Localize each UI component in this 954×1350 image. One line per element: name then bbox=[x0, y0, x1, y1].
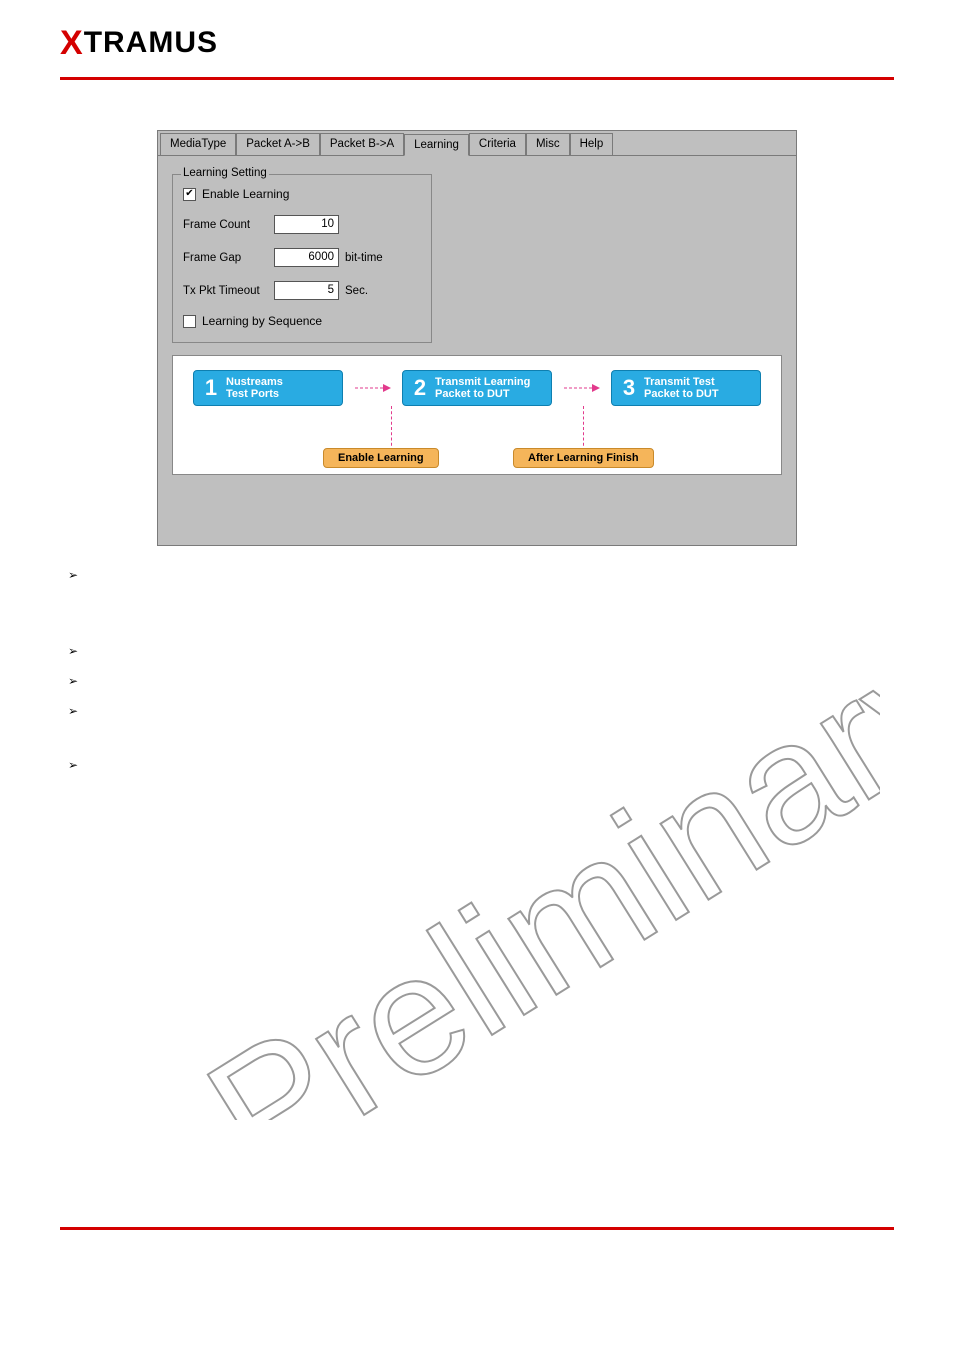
dialog-screenshot: MediaType Packet A->B Packet B->A Learni… bbox=[157, 130, 797, 546]
groupbox-title: Learning Setting bbox=[181, 167, 269, 179]
tx-pkt-timeout-input[interactable]: 5 bbox=[274, 281, 339, 300]
frame-count-label: Frame Count bbox=[183, 219, 268, 231]
flow-step-3: 3 Transmit TestPacket to DUT bbox=[611, 370, 761, 406]
bullet-item bbox=[60, 674, 894, 688]
connector-line bbox=[583, 406, 584, 451]
learning-by-sequence-checkbox[interactable] bbox=[183, 315, 196, 328]
bullet-item bbox=[60, 568, 894, 582]
tab-misc[interactable]: Misc bbox=[526, 133, 570, 155]
bullet-list bbox=[60, 568, 894, 772]
tab-learning[interactable]: Learning bbox=[404, 134, 469, 156]
logo-rest: TRAMUS bbox=[84, 26, 218, 59]
tab-bar: MediaType Packet A->B Packet B->A Learni… bbox=[158, 131, 796, 156]
tab-help[interactable]: Help bbox=[570, 133, 614, 155]
frame-gap-input[interactable]: 6000 bbox=[274, 248, 339, 267]
connector-line bbox=[391, 406, 392, 451]
logo: XTRAMUS bbox=[60, 26, 218, 59]
flow-step-1: 1 NustreamsTest Ports bbox=[193, 370, 343, 406]
flow-step-2-line2: Packet to DUT bbox=[435, 388, 510, 400]
tx-pkt-timeout-label: Tx Pkt Timeout bbox=[183, 285, 268, 297]
tx-pkt-timeout-unit: Sec. bbox=[345, 285, 368, 297]
logo-x: X bbox=[60, 24, 84, 62]
enable-learning-badge: Enable Learning bbox=[323, 448, 439, 468]
arrow-icon bbox=[562, 382, 602, 394]
bullet-item bbox=[60, 704, 894, 718]
frame-gap-unit: bit-time bbox=[345, 252, 383, 264]
learning-by-sequence-label: Learning by Sequence bbox=[202, 314, 322, 328]
flow-step-3-number: 3 bbox=[620, 375, 638, 401]
flow-step-2-line1: Transmit Learning bbox=[435, 376, 530, 388]
frame-count-input[interactable]: 10 bbox=[274, 215, 339, 234]
tab-mediatype[interactable]: MediaType bbox=[160, 133, 236, 155]
enable-learning-checkbox[interactable]: ✔ bbox=[183, 188, 196, 201]
enable-learning-label: Enable Learning bbox=[202, 187, 289, 201]
tab-packet-ab[interactable]: Packet A->B bbox=[236, 133, 320, 155]
after-learning-finish-badge: After Learning Finish bbox=[513, 448, 654, 468]
flow-step-1-line2: Test Ports bbox=[226, 388, 279, 400]
arrow-icon bbox=[353, 382, 393, 394]
tab-packet-ba[interactable]: Packet B->A bbox=[320, 133, 404, 155]
flow-step-2-number: 2 bbox=[411, 375, 429, 401]
flow-step-2: 2 Transmit LearningPacket to DUT bbox=[402, 370, 552, 406]
tab-panel: Learning Setting ✔ Enable Learning Frame… bbox=[158, 156, 796, 545]
footer-rule bbox=[60, 1227, 894, 1230]
flow-diagram: 1 NustreamsTest Ports 2 Transmit Learnin… bbox=[172, 355, 782, 475]
learning-setting-group: Learning Setting ✔ Enable Learning Frame… bbox=[172, 174, 432, 343]
flow-step-3-line1: Transmit Test bbox=[644, 376, 715, 388]
frame-gap-label: Frame Gap bbox=[183, 252, 268, 264]
flow-step-1-number: 1 bbox=[202, 375, 220, 401]
flow-step-3-line2: Packet to DUT bbox=[644, 388, 719, 400]
tab-criteria[interactable]: Criteria bbox=[469, 133, 526, 155]
bullet-item bbox=[60, 644, 894, 658]
bullet-item bbox=[60, 758, 894, 772]
flow-step-1-line1: Nustreams bbox=[226, 376, 283, 388]
